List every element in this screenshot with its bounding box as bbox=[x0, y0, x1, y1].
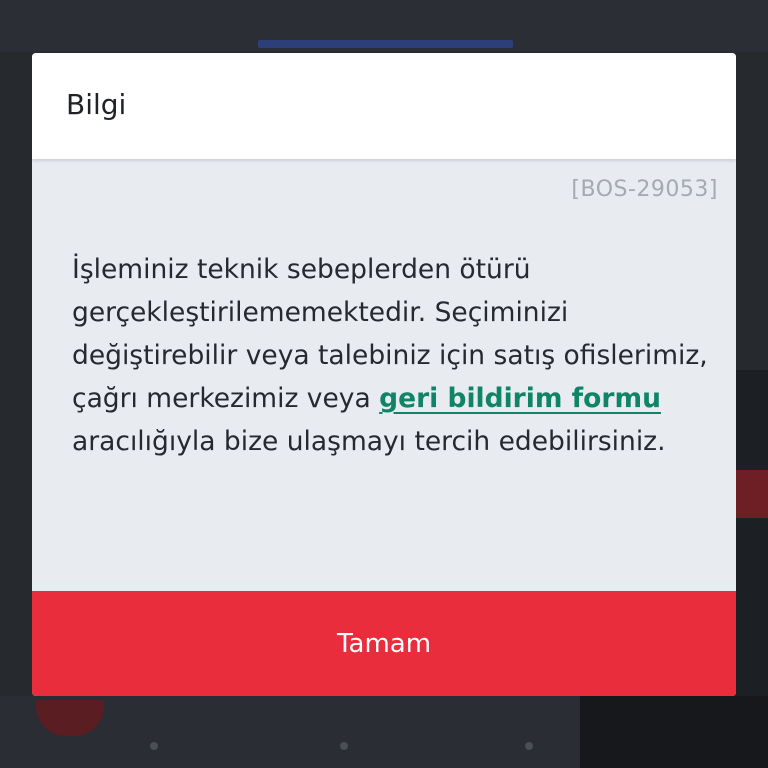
dialog-message: İşleminiz teknik sebeplerden ötürü gerçe… bbox=[72, 248, 712, 463]
confirm-button[interactable]: Tamam bbox=[32, 591, 736, 696]
background-dot bbox=[150, 742, 158, 750]
message-text-after-link: aracılığıyla bize ulaşmayı tercih edebil… bbox=[72, 426, 666, 457]
background-bottom-panel bbox=[580, 696, 768, 768]
error-code: [BOS-29053] bbox=[571, 177, 718, 202]
dialog-title: Bilgi bbox=[66, 88, 127, 121]
background-side-accent bbox=[736, 470, 768, 518]
background-dot bbox=[340, 742, 348, 750]
background-tab-indicator bbox=[258, 40, 513, 48]
dialog-header: Bilgi bbox=[32, 53, 736, 159]
info-dialog: Bilgi [BOS-29053] İşleminiz teknik sebep… bbox=[32, 53, 736, 696]
app-screen: Bilgi [BOS-29053] İşleminiz teknik sebep… bbox=[0, 0, 768, 768]
feedback-form-link[interactable]: geri bildirim formu bbox=[379, 383, 661, 414]
background-dot bbox=[525, 742, 533, 750]
